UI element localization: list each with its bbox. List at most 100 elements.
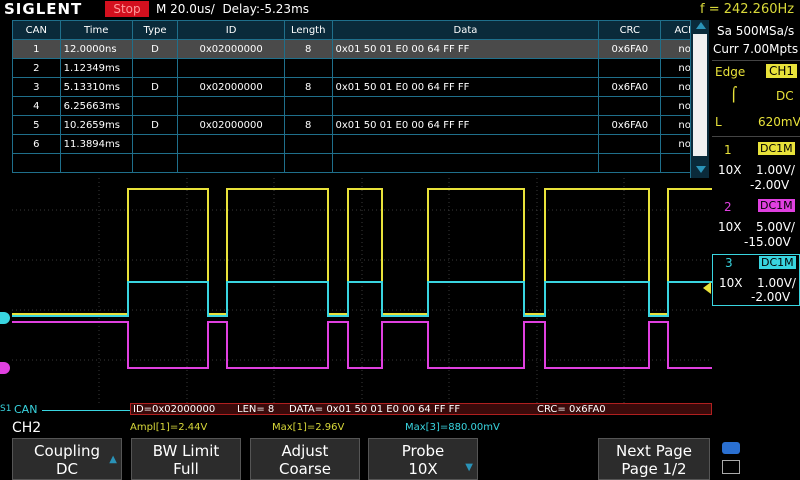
cell-id: 0x02000000 [177,39,285,59]
cell-id [177,58,285,78]
cell-type [131,58,179,78]
cell-type: D [131,39,179,59]
col-id[interactable]: ID [177,20,285,40]
probe-value: 10X [408,460,438,478]
bus-decode-frame[interactable]: ID=0x02000000 LEN= 8 DATA= 0x01 50 01 E0… [130,403,712,415]
cell-length [283,96,333,116]
table-row[interactable]: 6 11.3894ms no [12,134,709,154]
ch2-panel[interactable]: 2 DC1M 10X 5.00V/ -15.00V [712,198,800,250]
cell-time: 11.3894ms [59,134,133,154]
scroll-down-icon[interactable] [696,166,706,173]
ch1-panel[interactable]: 1 DC1M 10X 1.00V/ -2.00V [712,141,800,193]
ch2-marker-icon[interactable] [0,362,10,374]
col-data[interactable]: Data [331,20,600,40]
table-row[interactable]: 2 1.12349ms no [12,58,709,78]
bus-label: CAN [14,403,38,416]
table-row[interactable]: 3 5.13310ms D 0x02000000 8 0x01 50 01 E0… [12,77,709,97]
cell-id [177,134,285,154]
ch2-trace [12,321,712,369]
trigger-source-badge: CH1 [766,64,798,78]
network-icon [722,460,740,474]
ch3-marker-icon[interactable] [0,312,10,324]
measure-ampl: Ampl[1]=2.44V [130,422,208,433]
cell-type [131,134,179,154]
ch2-probe: 10X [718,220,742,234]
coupling-title: Coupling [33,442,101,460]
cell-time: 12.0000ns [59,39,133,59]
col-crc[interactable]: CRC [598,20,662,40]
table-row[interactable]: 1 12.0000ns D 0x02000000 8 0x01 50 01 E0… [12,39,709,59]
ch3-number: 3 [725,256,733,270]
col-length[interactable]: Length [283,20,333,40]
ch3-probe: 10X [719,276,743,290]
cell-length: 8 [283,115,333,135]
bw-limit-button[interactable]: BW Limit Full [131,438,241,480]
cell-data [331,134,600,154]
cell-crc [598,58,662,78]
next-page-value: Page 1/2 [621,460,687,478]
cell-id [177,96,285,116]
cell-id: 0x02000000 [177,115,285,135]
trigger-level-label: L [715,115,722,129]
cell-data [331,96,600,116]
cell-can: 5 [12,115,61,135]
ch2-number: 2 [724,200,732,214]
ch1-offset: -2.00V [750,178,790,192]
bus-idle-line [42,410,130,411]
ch1-scale: 1.00V/ [756,163,795,177]
cell-data: 0x01 50 01 E0 00 64 FF FF [331,115,600,135]
cell-can: 2 [12,58,61,78]
bus-id: ID=0x02000000 [133,404,216,415]
table-scrollbar[interactable] [690,20,709,178]
adjust-button[interactable]: Adjust Coarse [250,438,360,480]
bus-data: DATA= 0x01 50 01 E0 00 64 FF FF [289,404,461,415]
coupling-button[interactable]: Coupling DC ▲ [12,438,122,480]
next-page-button[interactable]: Next Page Page 1/2 [598,438,710,480]
run-stop-badge[interactable]: Stop [105,1,149,17]
bus-crc: CRC= 0x6FA0 [537,404,606,415]
table-row[interactable]: 5 10.2659ms D 0x02000000 8 0x01 50 01 E0… [12,115,709,135]
ch3-coupling-badge: DC1M [759,256,796,269]
cell-time: 1.12349ms [59,58,133,78]
col-time[interactable]: Time [59,20,133,40]
bus-marker: S1 [0,404,12,414]
probe-arrow-icon: ▼ [465,462,473,473]
cell-time: 5.13310ms [59,77,133,97]
scroll-thumb[interactable] [693,34,707,156]
coupling-value: DC [55,460,79,478]
ch3-scale: 1.00V/ [757,276,796,290]
ch2-coupling-badge: DC1M [758,199,795,212]
cell-length [283,58,333,78]
table-row[interactable]: 4 6.25663ms no [12,96,709,116]
ch1-probe: 10X [718,163,742,177]
ch1-number: 1 [724,143,732,157]
bw-limit-title: BW Limit [152,442,220,460]
col-type[interactable]: Type [131,20,179,40]
cell-crc: 0x6FA0 [598,115,662,135]
decode-table: CAN Time Type ID Length Data CRC ACK 1 1… [12,20,709,178]
cell-crc [598,96,662,116]
cell-crc [598,134,662,154]
usb-icon [722,442,740,454]
adjust-title: Adjust [281,442,329,460]
waveform-display[interactable] [12,178,712,403]
delay-value: Delay:-5.23ms [222,2,310,16]
cell-crc: 0x6FA0 [598,39,662,59]
timebase-value: M 20.0us/ [156,2,215,16]
cell-crc: 0x6FA0 [598,77,662,97]
probe-button[interactable]: Probe 10X ▼ [368,438,478,480]
trigger-panel[interactable]: Edge CH1 ⌠ DC L 620mV [712,60,800,137]
adjust-value: Coarse [278,460,332,478]
ch3-panel[interactable]: 3 DC1M 10X 1.00V/ -2.00V [712,254,800,306]
col-can[interactable]: CAN [12,20,61,40]
rising-edge-icon: ⌠ [730,87,738,103]
cell-data: 0x01 50 01 E0 00 64 FF FF [331,39,600,59]
cell-can: 1 [12,39,61,59]
ch2-offset: -15.00V [744,235,791,249]
probe-title: Probe [401,442,445,460]
cell-id: 0x02000000 [177,77,285,97]
scroll-up-icon[interactable] [696,22,706,29]
timebase-readout: M 20.0us/ Delay:-5.23ms [156,2,309,16]
menu-channel-label: CH2 [12,420,42,436]
trigger-level-icon[interactable] [703,282,711,294]
